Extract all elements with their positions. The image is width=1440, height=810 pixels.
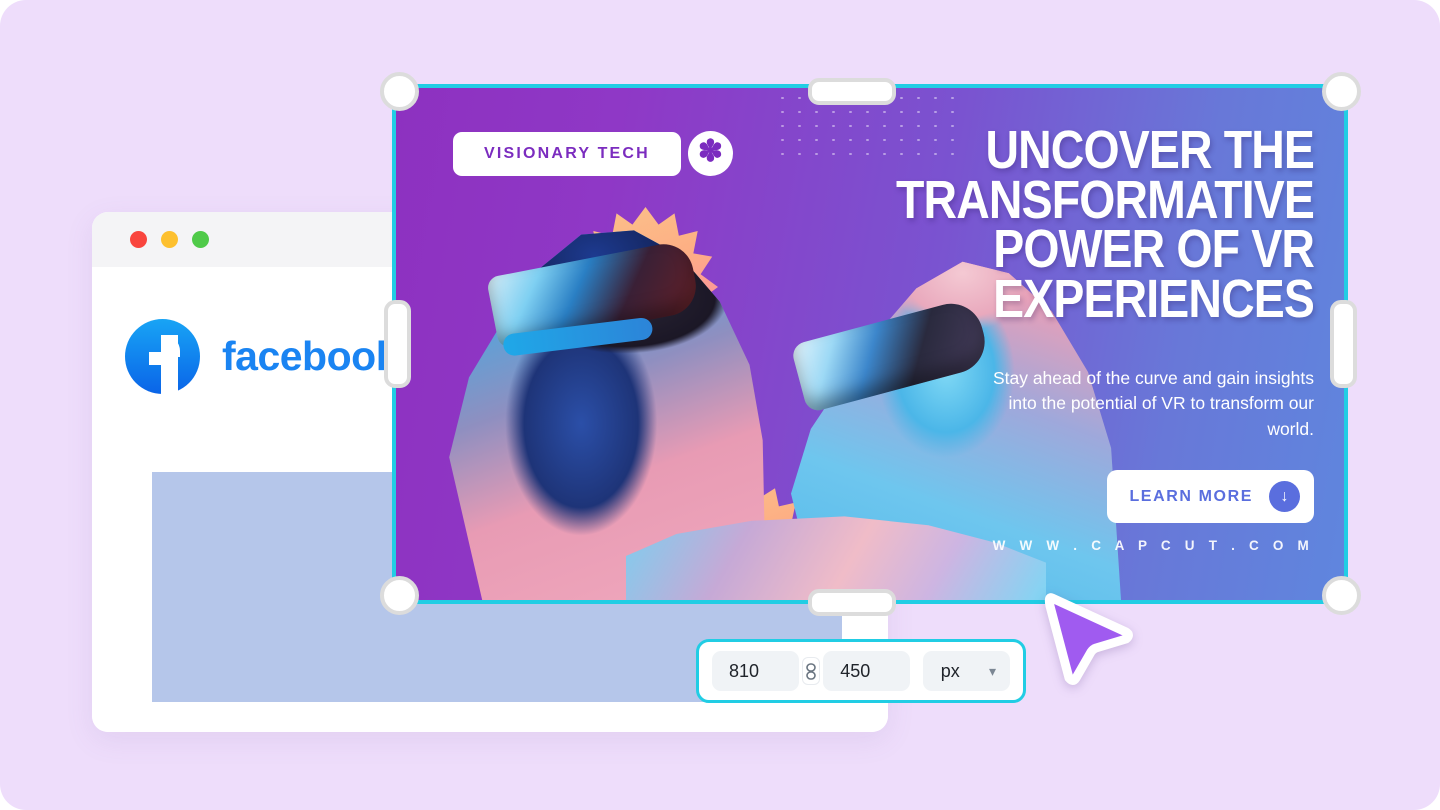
design-canvas[interactable]: VISIONARY TECH ✽ UNCOVER THE TRANSFORMAT… xyxy=(396,88,1344,600)
resize-handle-top-right[interactable] xyxy=(1322,72,1361,111)
chain-link-icon[interactable] xyxy=(802,658,820,684)
brand-badge: VISIONARY TECH ✽ xyxy=(453,131,733,176)
arrow-down-icon: ↓ xyxy=(1269,481,1300,512)
brand-badge-label: VISIONARY TECH xyxy=(453,131,681,176)
resize-handle-middle-right[interactable] xyxy=(1330,300,1357,388)
window-maximize-dot[interactable] xyxy=(192,231,209,248)
app-stage: facebook ad VISIONARY TECH ✽ UNCOVER THE… xyxy=(0,0,1440,810)
window-close-dot[interactable] xyxy=(130,231,147,248)
width-input[interactable]: 810 xyxy=(712,651,799,691)
website-url-text: W W W . C A P C U T . C O M xyxy=(992,538,1314,553)
chevron-down-icon: ▾ xyxy=(988,662,997,679)
dimension-toolbar[interactable]: 810 450 px ▾ xyxy=(696,639,1026,703)
unit-select-value: px xyxy=(940,660,960,681)
resize-handle-bottom-left[interactable] xyxy=(380,576,419,615)
pointer-arrow-icon xyxy=(1044,593,1133,685)
height-input[interactable]: 450 xyxy=(823,651,910,691)
resize-handle-middle-left[interactable] xyxy=(384,300,411,388)
facebook-logo-icon xyxy=(125,319,200,394)
asterisk-icon: ✽ xyxy=(687,131,733,176)
learn-more-label: LEARN MORE xyxy=(1129,487,1253,505)
design-canvas-wrapper[interactable]: VISIONARY TECH ✽ UNCOVER THE TRANSFORMAT… xyxy=(392,84,1348,604)
subheadline-text: Stay ahead of the curve and gain insight… xyxy=(992,368,1314,439)
resize-handle-top-left[interactable] xyxy=(380,72,419,111)
unit-select[interactable]: px ▾ xyxy=(922,651,1011,691)
resize-handle-top-center[interactable] xyxy=(808,78,896,105)
headline-text: UNCOVER THE TRANSFORMATIVE POWER OF VR E… xyxy=(896,120,1315,330)
resize-handle-bottom-center[interactable] xyxy=(808,589,896,616)
learn-more-button[interactable]: LEARN MORE ↓ xyxy=(1107,470,1314,523)
resize-handle-bottom-right[interactable] xyxy=(1322,576,1361,615)
window-minimize-dot[interactable] xyxy=(161,231,178,248)
